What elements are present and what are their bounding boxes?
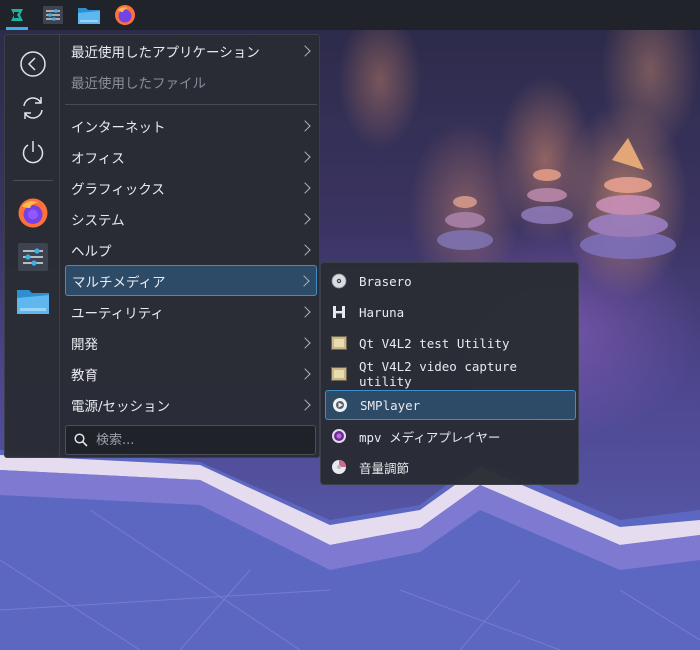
menu-item-label: 最近使用したアプリケーション: [71, 44, 260, 61]
file-manager-icon[interactable]: [74, 0, 104, 30]
power-icon[interactable]: [5, 132, 60, 172]
mpv-icon: [331, 428, 347, 444]
refresh-icon[interactable]: [5, 88, 60, 128]
chevron-right-icon: [299, 243, 311, 256]
chevron-right-icon: [299, 44, 311, 57]
menu-item-education[interactable]: 教育: [65, 358, 317, 389]
menu-item-label: グラフィックス: [71, 181, 165, 198]
submenu-item-qt-v4l2-test[interactable]: Qt V4L2 test Utility: [325, 328, 576, 358]
submenu-item-volume-control[interactable]: 音量調節: [325, 452, 576, 482]
taskbar: [0, 0, 700, 30]
menu-item-utilities[interactable]: ユーティリティ: [65, 296, 317, 327]
chevron-right-icon: [299, 367, 311, 380]
submenu-item-mpv[interactable]: mpv メディアプレイヤー: [325, 421, 576, 451]
chevron-right-icon: [299, 398, 311, 411]
menu-item-internet[interactable]: インターネット: [65, 110, 317, 141]
menu-item-multimedia[interactable]: マルチメディア: [65, 265, 317, 296]
menu-item-power-session[interactable]: 電源/セッション: [65, 389, 317, 420]
volume-control-icon: [331, 459, 347, 475]
haruna-icon: [331, 304, 347, 320]
firefox-icon[interactable]: [110, 0, 140, 30]
menu-item-graphics[interactable]: グラフィックス: [65, 172, 317, 203]
menu-item-label: オフィス: [71, 150, 125, 167]
menu-item-label: 電源/セッション: [71, 398, 171, 415]
application-menu: 最近使用したアプリケーション 最近使用したファイル インターネット オフィス グ…: [4, 34, 320, 458]
search-icon: [74, 433, 88, 447]
system-settings-icon[interactable]: [38, 0, 68, 30]
menu-item-help[interactable]: ヘルプ: [65, 234, 317, 265]
menu-item-label: 最近使用したファイル: [71, 75, 206, 92]
menu-sidebar: [5, 35, 60, 457]
submenu-item-qt-v4l2-capture[interactable]: Qt V4L2 video capture utility: [325, 359, 576, 389]
menu-item-label: ヘルプ: [71, 243, 112, 260]
chevron-right-icon: [299, 305, 311, 318]
chevron-right-icon: [299, 212, 311, 225]
submenu-item-label: 音量調節: [359, 460, 410, 476]
submenu-item-label: mpv メディアプレイヤー: [359, 429, 501, 445]
submenu-item-label: Haruna: [359, 304, 405, 320]
file-manager-icon[interactable]: [5, 281, 60, 321]
submenu-item-smplayer[interactable]: SMPlayer: [325, 390, 576, 420]
system-settings-icon[interactable]: [5, 237, 60, 277]
submenu-item-label: SMPlayer: [360, 397, 421, 413]
menu-item-label: 教育: [71, 367, 98, 384]
multimedia-submenu: Brasero Haruna Qt V4L2 test Utility Qt V…: [320, 262, 579, 485]
menu-item-label: インターネット: [71, 119, 166, 136]
smplayer-icon: [332, 397, 348, 413]
sidebar-separator: [13, 180, 53, 181]
submenu-item-brasero[interactable]: Brasero: [325, 266, 576, 296]
chevron-right-icon: [299, 181, 311, 194]
menu-item-recent-files[interactable]: 最近使用したファイル: [65, 66, 317, 97]
menu-item-label: マルチメディア: [72, 274, 166, 291]
menu-item-label: ユーティリティ: [71, 305, 164, 322]
search-box[interactable]: [65, 425, 316, 455]
chevron-right-icon: [299, 150, 311, 163]
app-launcher-icon[interactable]: [2, 0, 32, 30]
menu-item-system[interactable]: システム: [65, 203, 317, 234]
submenu-item-label: Brasero: [359, 273, 412, 289]
submenu-item-label: Qt V4L2 test Utility: [359, 335, 510, 351]
menu-item-recent-apps[interactable]: 最近使用したアプリケーション: [65, 35, 317, 66]
firefox-icon[interactable]: [5, 193, 60, 233]
menu-item-development[interactable]: 開発: [65, 327, 317, 358]
submenu-item-haruna[interactable]: Haruna: [325, 297, 576, 327]
submenu-item-label: Qt V4L2 video capture utility: [359, 359, 518, 389]
chevron-right-icon: [299, 336, 311, 349]
chevron-right-icon: [298, 274, 310, 287]
menu-item-office[interactable]: オフィス: [65, 141, 317, 172]
menu-item-label: システム: [71, 212, 125, 229]
qt-v4l2-icon: [331, 335, 347, 351]
menu-item-label: 開発: [71, 336, 98, 353]
back-icon[interactable]: [5, 44, 60, 84]
qt-v4l2-icon: [331, 366, 347, 382]
chevron-right-icon: [299, 119, 311, 132]
menu-separator: [65, 104, 317, 105]
search-input[interactable]: [94, 431, 308, 449]
disc-icon: [331, 273, 347, 289]
